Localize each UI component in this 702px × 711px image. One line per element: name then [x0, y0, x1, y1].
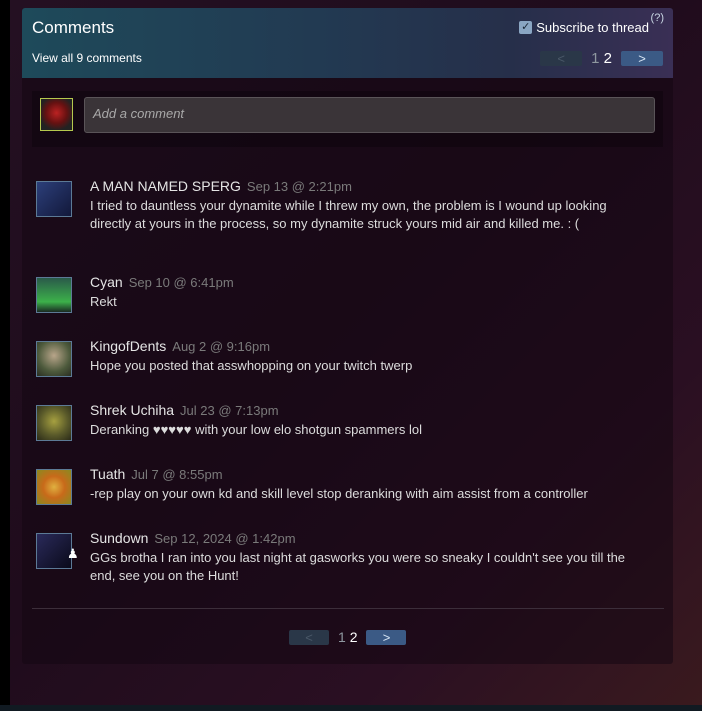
- comment-text: -rep play on your own kd and skill level…: [90, 486, 588, 501]
- comment-input[interactable]: Add a comment: [84, 97, 655, 133]
- page-2-current: 2: [603, 50, 612, 67]
- avatar[interactable]: [36, 469, 72, 505]
- comment-author[interactable]: KingofDents: [90, 338, 166, 354]
- view-all-comments-link[interactable]: View all 9 comments: [32, 51, 142, 65]
- comment-author[interactable]: Sundown: [90, 530, 148, 546]
- comment-timestamp: Sep 12, 2024 @ 1:42pm: [154, 531, 296, 546]
- comment-author[interactable]: Cyan: [90, 274, 123, 290]
- comment-author[interactable]: Tuath: [90, 466, 125, 482]
- comments-title: Comments: [32, 18, 115, 37]
- comment-timestamp: Jul 23 @ 7:13pm: [180, 403, 279, 418]
- pagination-bottom: < 1 2 >: [289, 629, 407, 645]
- page-numbers: 1 2: [338, 629, 357, 645]
- user-badge-icon: ♟: [67, 546, 79, 561]
- divider: [32, 608, 664, 609]
- bottom-edge: [0, 705, 702, 711]
- subscribe-label[interactable]: Subscribe to thread: [536, 20, 649, 35]
- comment-text: Hope you posted that asswhopping on your…: [90, 358, 413, 373]
- comments-header: Comments View all 9 comments ✓ Subscribe…: [22, 8, 673, 78]
- avatar[interactable]: [36, 341, 72, 377]
- page-numbers: 1 2: [591, 50, 612, 67]
- page-1-link[interactable]: 1: [338, 629, 346, 645]
- avatar[interactable]: [36, 405, 72, 441]
- prev-page-button[interactable]: <: [289, 629, 329, 645]
- comment-text: Rekt: [90, 294, 117, 309]
- pagination-top: < 1 2 >: [540, 50, 663, 67]
- comment-timestamp: Aug 2 @ 9:16pm: [172, 339, 271, 354]
- help-link[interactable]: (?): [651, 12, 664, 24]
- comment-author[interactable]: Shrek Uchiha: [90, 402, 174, 418]
- comment-timestamp: Sep 13 @ 2:21pm: [246, 179, 352, 194]
- avatar: [40, 98, 73, 131]
- page-2-current: 2: [349, 629, 358, 645]
- avatar[interactable]: [36, 277, 72, 313]
- next-page-button[interactable]: >: [366, 629, 407, 645]
- prev-page-button[interactable]: <: [540, 51, 583, 66]
- comment-text: Deranking ♥♥♥♥♥ with your low elo shotgu…: [90, 422, 422, 437]
- comments-panel: Comments View all 9 comments ✓ Subscribe…: [22, 8, 673, 664]
- checkbox-checked-icon[interactable]: ✓: [519, 21, 533, 34]
- comment-timestamp: Sep 10 @ 6:41pm: [128, 275, 234, 290]
- comment-text: I tried to dauntless your dynamite while…: [90, 198, 607, 231]
- avatar[interactable]: [36, 181, 72, 217]
- page-1-link[interactable]: 1: [591, 50, 599, 67]
- left-edge: [0, 0, 10, 711]
- next-page-button[interactable]: >: [621, 51, 663, 66]
- comment-timestamp: Jul 7 @ 8:55pm: [131, 467, 223, 482]
- comment-text: GGs brotha I ran into you last night at …: [90, 550, 626, 583]
- subscribe-toggle[interactable]: ✓ Subscribe to thread: [519, 20, 649, 35]
- comment-author[interactable]: A MAN NAMED SPERG: [90, 178, 241, 194]
- comment-composer: Add a comment: [32, 91, 663, 147]
